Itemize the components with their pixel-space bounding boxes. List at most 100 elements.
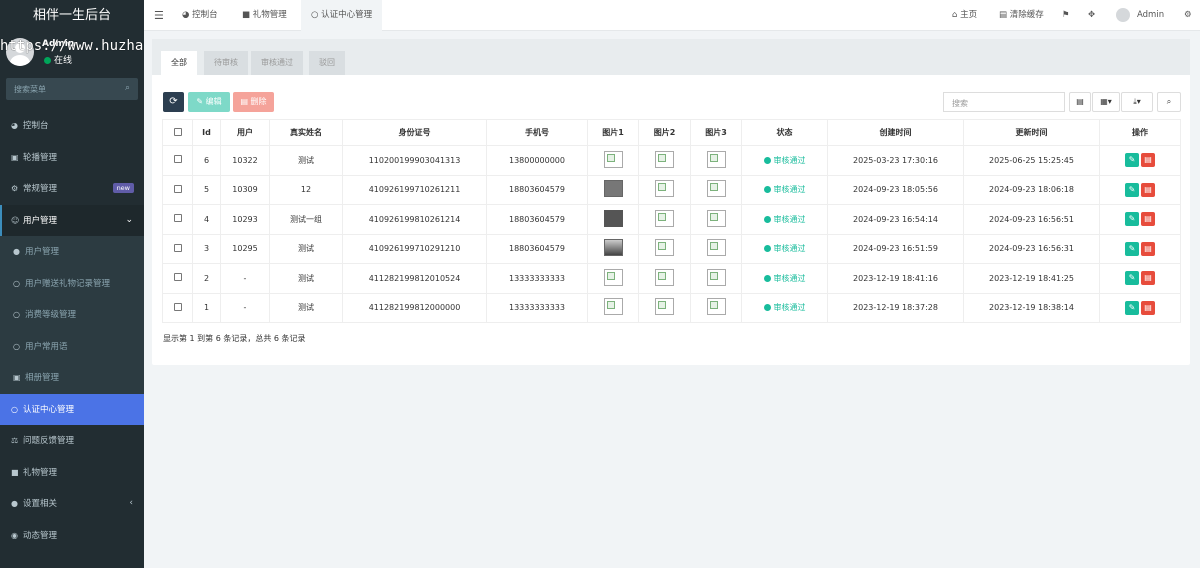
col-updated[interactable]: 更新时间 xyxy=(963,119,1100,146)
table-row[interactable]: 6 10322 测试 110200199903041313 1380000000… xyxy=(162,145,1181,176)
row-edit-pencil-icon[interactable]: ✎ xyxy=(1125,182,1139,197)
clear-cache-button[interactable]: ▤ 清除缓存 xyxy=(999,0,1044,31)
col-real-name[interactable]: 真实姓名 xyxy=(269,119,343,146)
cell-image1[interactable] xyxy=(587,292,639,323)
toggle-view-icon[interactable]: ▤ xyxy=(1069,92,1091,112)
cell-image3[interactable] xyxy=(690,292,742,323)
language-icon[interactable]: ⚑ xyxy=(1062,0,1070,31)
cell-image2[interactable] xyxy=(638,292,691,323)
row-checkbox[interactable] xyxy=(173,302,182,311)
row-select[interactable] xyxy=(162,174,193,205)
table-row[interactable]: 5 10309 12 410926199710261211 1880360457… xyxy=(162,174,1181,205)
row-checkbox[interactable] xyxy=(173,214,182,223)
table-search-input[interactable]: 搜索 xyxy=(943,92,1065,112)
row-select[interactable] xyxy=(162,233,193,264)
sidebar-item-feedback[interactable]: ⚖ 问题反馈管理 xyxy=(0,425,144,457)
row-delete-trash-icon[interactable]: ▤ xyxy=(1141,271,1155,286)
col-user[interactable]: 用户 xyxy=(220,119,270,146)
delete-button[interactable]: ▤ 删除 xyxy=(233,92,274,112)
select-all-checkbox[interactable] xyxy=(173,127,182,136)
col-id-card[interactable]: 身份证号 xyxy=(342,119,487,146)
row-checkbox[interactable] xyxy=(173,243,182,252)
row-checkbox[interactable] xyxy=(173,155,182,164)
row-checkbox[interactable] xyxy=(173,273,182,282)
cell-image1[interactable] xyxy=(587,233,639,264)
sidebar-item-user-management[interactable]: ☺ 用户管理 ⌄ xyxy=(0,204,144,236)
tab-all[interactable]: 全部 xyxy=(161,51,197,75)
tab-pending[interactable]: 待审核 xyxy=(204,51,248,75)
broken-image-icon[interactable] xyxy=(603,268,623,286)
broken-image-icon[interactable] xyxy=(706,209,726,227)
broken-image-icon[interactable] xyxy=(706,298,726,316)
sidebar-search-input[interactable]: 搜索菜单 ⌕ xyxy=(6,78,138,100)
cell-image2[interactable] xyxy=(638,204,691,235)
select-all-header[interactable] xyxy=(162,119,193,146)
col-image2[interactable]: 图片2 xyxy=(638,119,691,146)
col-image1[interactable]: 图片1 xyxy=(587,119,639,146)
search-icon[interactable]: ⌕ xyxy=(125,83,130,93)
broken-image-icon[interactable] xyxy=(655,150,674,168)
user-menu[interactable]: Admin xyxy=(1116,0,1164,31)
columns-icon[interactable]: ▦▾ xyxy=(1092,92,1120,112)
broken-image-icon[interactable] xyxy=(655,239,674,257)
row-select[interactable] xyxy=(162,145,193,176)
cell-image2[interactable] xyxy=(638,233,691,264)
sidebar-item-consume-levels[interactable]: ○ 消费等级管理 xyxy=(0,299,144,331)
cell-image1[interactable] xyxy=(587,174,639,205)
col-phone[interactable]: 手机号 xyxy=(486,119,588,146)
row-checkbox[interactable] xyxy=(173,184,182,193)
col-id[interactable]: Id xyxy=(192,119,221,146)
broken-image-icon[interactable] xyxy=(655,298,674,316)
sidebar-item-settings[interactable]: ● 设置相关 ‹ xyxy=(0,488,144,520)
tab-gifts[interactable]: ■ 礼物管理 xyxy=(242,0,287,31)
broken-image-icon[interactable] xyxy=(706,239,726,257)
sidebar-item-dashboard[interactable]: ◕ 控制台 xyxy=(0,110,144,142)
row-select[interactable] xyxy=(162,292,193,323)
sidebar-item-moments[interactable]: ◉ 动态管理 xyxy=(0,520,144,552)
cell-image1[interactable] xyxy=(587,145,639,176)
sidebar-item-general[interactable]: ⚙ 常规管理 new xyxy=(0,173,144,205)
cell-image3[interactable] xyxy=(690,145,742,176)
col-image3[interactable]: 图片3 xyxy=(690,119,742,146)
id-photo-thumbnail[interactable] xyxy=(603,239,623,257)
row-delete-trash-icon[interactable]: ▤ xyxy=(1141,212,1155,227)
row-delete-trash-icon[interactable]: ▤ xyxy=(1141,300,1155,315)
menu-toggle-icon[interactable]: ☰ xyxy=(154,0,164,31)
broken-image-icon[interactable] xyxy=(706,268,726,286)
refresh-button[interactable]: ⟳ xyxy=(163,92,184,112)
edit-button[interactable]: ✎ 编辑 xyxy=(188,92,230,112)
tab-approved[interactable]: 审核通过 xyxy=(251,51,303,75)
col-created[interactable]: 创建时间 xyxy=(827,119,964,146)
broken-image-icon[interactable] xyxy=(706,150,726,168)
cell-image3[interactable] xyxy=(690,204,742,235)
cell-image3[interactable] xyxy=(690,263,742,294)
cell-image3[interactable] xyxy=(690,233,742,264)
settings-gear-icon[interactable]: ⚙ xyxy=(1184,0,1192,31)
tab-dashboard[interactable]: ◕ 控制台 xyxy=(182,0,218,31)
row-select[interactable] xyxy=(162,204,193,235)
id-photo-thumbnail[interactable] xyxy=(603,180,623,198)
col-status[interactable]: 状态 xyxy=(741,119,828,146)
export-icon[interactable]: ⤓▾ xyxy=(1121,92,1153,112)
sidebar-item-users[interactable]: ● 用户管理 xyxy=(0,236,144,268)
fullscreen-icon[interactable]: ✥ xyxy=(1088,0,1095,31)
sidebar-item-albums[interactable]: ▣ 相册管理 xyxy=(0,362,144,394)
cell-image1[interactable] xyxy=(587,204,639,235)
cell-image2[interactable] xyxy=(638,145,691,176)
id-photo-thumbnail[interactable] xyxy=(603,209,623,227)
broken-image-icon[interactable] xyxy=(603,150,623,168)
row-edit-pencil-icon[interactable]: ✎ xyxy=(1125,271,1139,286)
cell-image1[interactable] xyxy=(587,263,639,294)
table-row[interactable]: 1 - 测试 411282199812000000 13333333333 审核… xyxy=(162,292,1181,323)
broken-image-icon[interactable] xyxy=(655,180,674,198)
cell-image2[interactable] xyxy=(638,174,691,205)
broken-image-icon[interactable] xyxy=(706,180,726,198)
row-edit-pencil-icon[interactable]: ✎ xyxy=(1125,300,1139,315)
sidebar-item-gift-records[interactable]: ○ 用户赠送礼物记录管理 xyxy=(0,267,144,299)
cell-image2[interactable] xyxy=(638,263,691,294)
table-row[interactable]: 2 - 测试 411282199812010524 13333333333 审核… xyxy=(162,263,1181,294)
sidebar-item-verification[interactable]: ○ 认证中心管理 xyxy=(0,393,144,425)
tab-rejected[interactable]: 驳回 xyxy=(309,51,345,75)
row-select[interactable] xyxy=(162,263,193,294)
table-row[interactable]: 4 10293 测试一组 410926199810261214 18803604… xyxy=(162,204,1181,235)
